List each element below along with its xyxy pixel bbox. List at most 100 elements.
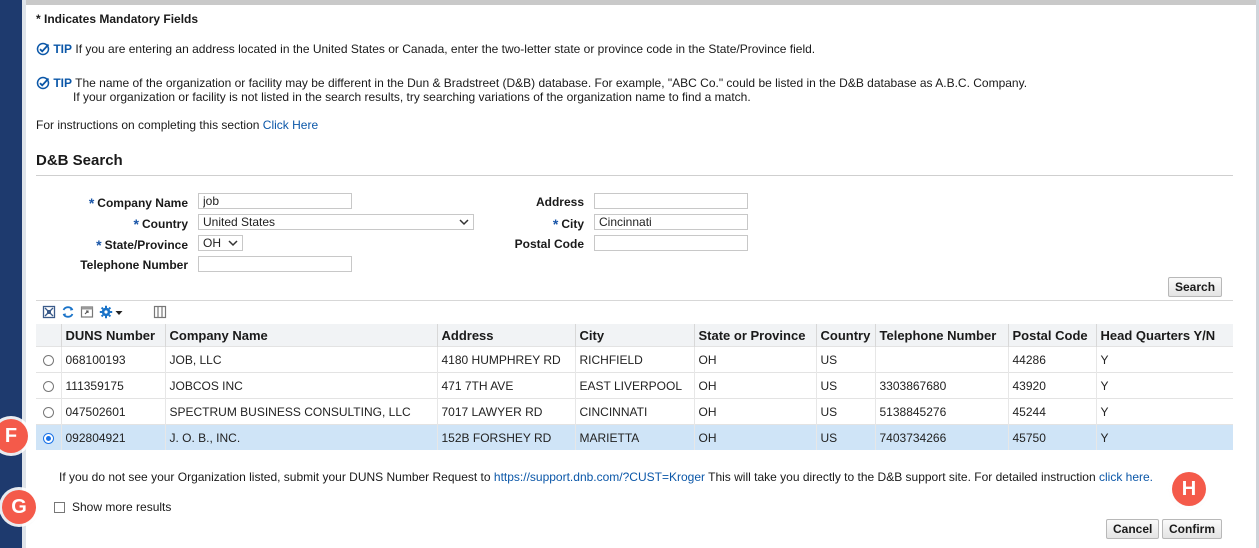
mandatory-fields-note: * Indicates Mandatory Fields: [36, 12, 199, 26]
chevron-down-icon: [459, 219, 469, 226]
state-cell: OH: [693, 372, 816, 399]
city-label: * City: [552, 216, 584, 232]
address-input[interactable]: [594, 193, 748, 209]
show-more-label: Show more results: [72, 500, 172, 514]
column-header[interactable]: Company Name: [164, 324, 437, 347]
duns-cell: 111359175: [60, 372, 165, 399]
tip-2: TIP The name of the organization or faci…: [36, 76, 1027, 90]
results-table: DUNS Number Company Name Address City St…: [36, 324, 1233, 450]
tip-label: TIP: [53, 76, 73, 90]
address-cell: 4180 HUMPHREY RD: [436, 346, 575, 373]
table-toolbar: [36, 300, 1233, 323]
detach-table-icon[interactable]: [42, 305, 56, 319]
telephone-input[interactable]: [198, 256, 352, 272]
left-sidebar-shadow: [22, 0, 26, 548]
column-header[interactable]: Postal Code: [1007, 324, 1096, 347]
column-header[interactable]: DUNS Number: [60, 324, 165, 347]
section-divider: [36, 175, 1233, 176]
row-select-radio[interactable]: [42, 354, 54, 366]
country-cell: US: [815, 372, 875, 399]
note-text-2: This will take you directly to the D&B s…: [708, 470, 1096, 484]
address-cell: 152B FORSHEY RD: [436, 424, 575, 450]
state-cell: OH: [693, 398, 816, 425]
duns-cell: 092804921: [60, 424, 165, 450]
postal-cell: 43920: [1007, 372, 1096, 399]
column-header[interactable]: Telephone Number: [874, 324, 1008, 347]
postal-code-label: Postal Code: [514, 237, 584, 251]
check-circle-icon: [36, 76, 50, 90]
country-select[interactable]: United States: [198, 214, 474, 230]
table-row[interactable]: 047502601 SPECTRUM BUSINESS CONSULTING, …: [36, 398, 1233, 425]
company-name-label: * Company Name: [88, 195, 188, 211]
gear-icon[interactable]: [99, 305, 113, 319]
duns-cell: 047502601: [60, 398, 165, 425]
country-cell: US: [815, 398, 875, 425]
required-marker: *: [88, 195, 95, 211]
city-cell: RICHFIELD: [574, 346, 694, 373]
company-cell: JOB, LLC: [164, 346, 437, 373]
tip-text-line-1: The name of the organization or facility…: [75, 76, 1028, 90]
city-cell: CINCINNATI: [574, 398, 694, 425]
column-header[interactable]: Address: [436, 324, 575, 347]
country-label: * Country: [133, 216, 188, 232]
table-row[interactable]: 068100193 JOB, LLC 4180 HUMPHREY RD RICH…: [36, 346, 1233, 373]
city-cell: EAST LIVERPOOL: [574, 372, 694, 399]
column-header[interactable]: City: [574, 324, 694, 347]
table-header-row: DUNS Number Company Name Address City St…: [36, 324, 1233, 347]
section-title: D&B Search: [36, 152, 123, 169]
instructions-link[interactable]: Click Here: [263, 118, 318, 132]
top-edge: [0, 0, 1259, 5]
state-value: OH: [203, 236, 221, 250]
callout-badge-h: H: [1172, 472, 1206, 506]
caret-down-icon[interactable]: [115, 305, 123, 319]
dnb-support-link[interactable]: https://support.dnb.com/?CUST=Kroger: [494, 470, 705, 484]
instruction-link[interactable]: click here.: [1099, 470, 1153, 484]
state-label: * State/Province: [96, 237, 188, 253]
state-select[interactable]: OH: [198, 235, 243, 251]
confirm-button[interactable]: Confirm: [1162, 519, 1222, 539]
tip-text: If you are entering an address located i…: [75, 42, 816, 56]
hq-cell: Y: [1095, 424, 1233, 450]
search-button[interactable]: Search: [1168, 277, 1222, 297]
required-marker: *: [133, 216, 139, 232]
note-text: If you do not see your Organization list…: [59, 470, 491, 484]
left-sidebar-edge: [0, 0, 22, 548]
required-marker: *: [96, 237, 102, 253]
row-select-radio[interactable]: [42, 432, 54, 444]
company-cell: J. O. B., INC.: [164, 424, 437, 450]
hq-cell: Y: [1095, 346, 1233, 373]
refresh-icon[interactable]: [61, 305, 75, 319]
company-name-input[interactable]: [198, 193, 352, 209]
select-column-header: [36, 324, 61, 347]
telephone-cell: 7403734266: [874, 424, 1008, 450]
tip-text-line-2: If your organization or facility is not …: [73, 90, 751, 104]
city-input[interactable]: [594, 214, 748, 230]
address-cell: 7017 LAWYER RD: [436, 398, 575, 425]
callout-badge-g: G: [2, 490, 36, 524]
postal-cell: 45750: [1007, 424, 1096, 450]
address-cell: 471 7TH AVE: [436, 372, 575, 399]
postal-cell: 45244: [1007, 398, 1096, 425]
hq-cell: Y: [1095, 372, 1233, 399]
postal-cell: 44286: [1007, 346, 1096, 373]
table-row-selected[interactable]: 092804921 J. O. B., INC. 152B FORSHEY RD…: [36, 424, 1233, 450]
hq-cell: Y: [1095, 398, 1233, 425]
export-icon[interactable]: [80, 305, 94, 319]
row-select-radio[interactable]: [42, 406, 54, 418]
instructions-text: For instructions on completing this sect…: [36, 118, 260, 132]
duns-cell: 068100193: [60, 346, 165, 373]
column-header[interactable]: Country: [815, 324, 875, 347]
company-cell: JOBCOS INC: [164, 372, 437, 399]
chevron-down-icon: [228, 240, 238, 247]
postal-code-input[interactable]: [594, 235, 748, 251]
table-row[interactable]: 111359175 JOBCOS INC 471 7TH AVE EAST LI…: [36, 372, 1233, 399]
show-more-checkbox[interactable]: [54, 502, 65, 513]
columns-icon[interactable]: [153, 305, 167, 319]
column-header[interactable]: Head Quarters Y/N: [1095, 324, 1233, 347]
cancel-button[interactable]: Cancel: [1106, 519, 1159, 539]
country-value: United States: [203, 215, 276, 229]
row-select-radio[interactable]: [42, 380, 54, 392]
address-label: Address: [535, 195, 584, 209]
column-header[interactable]: State or Province: [693, 324, 816, 347]
telephone-cell: 3303867680: [874, 372, 1008, 399]
